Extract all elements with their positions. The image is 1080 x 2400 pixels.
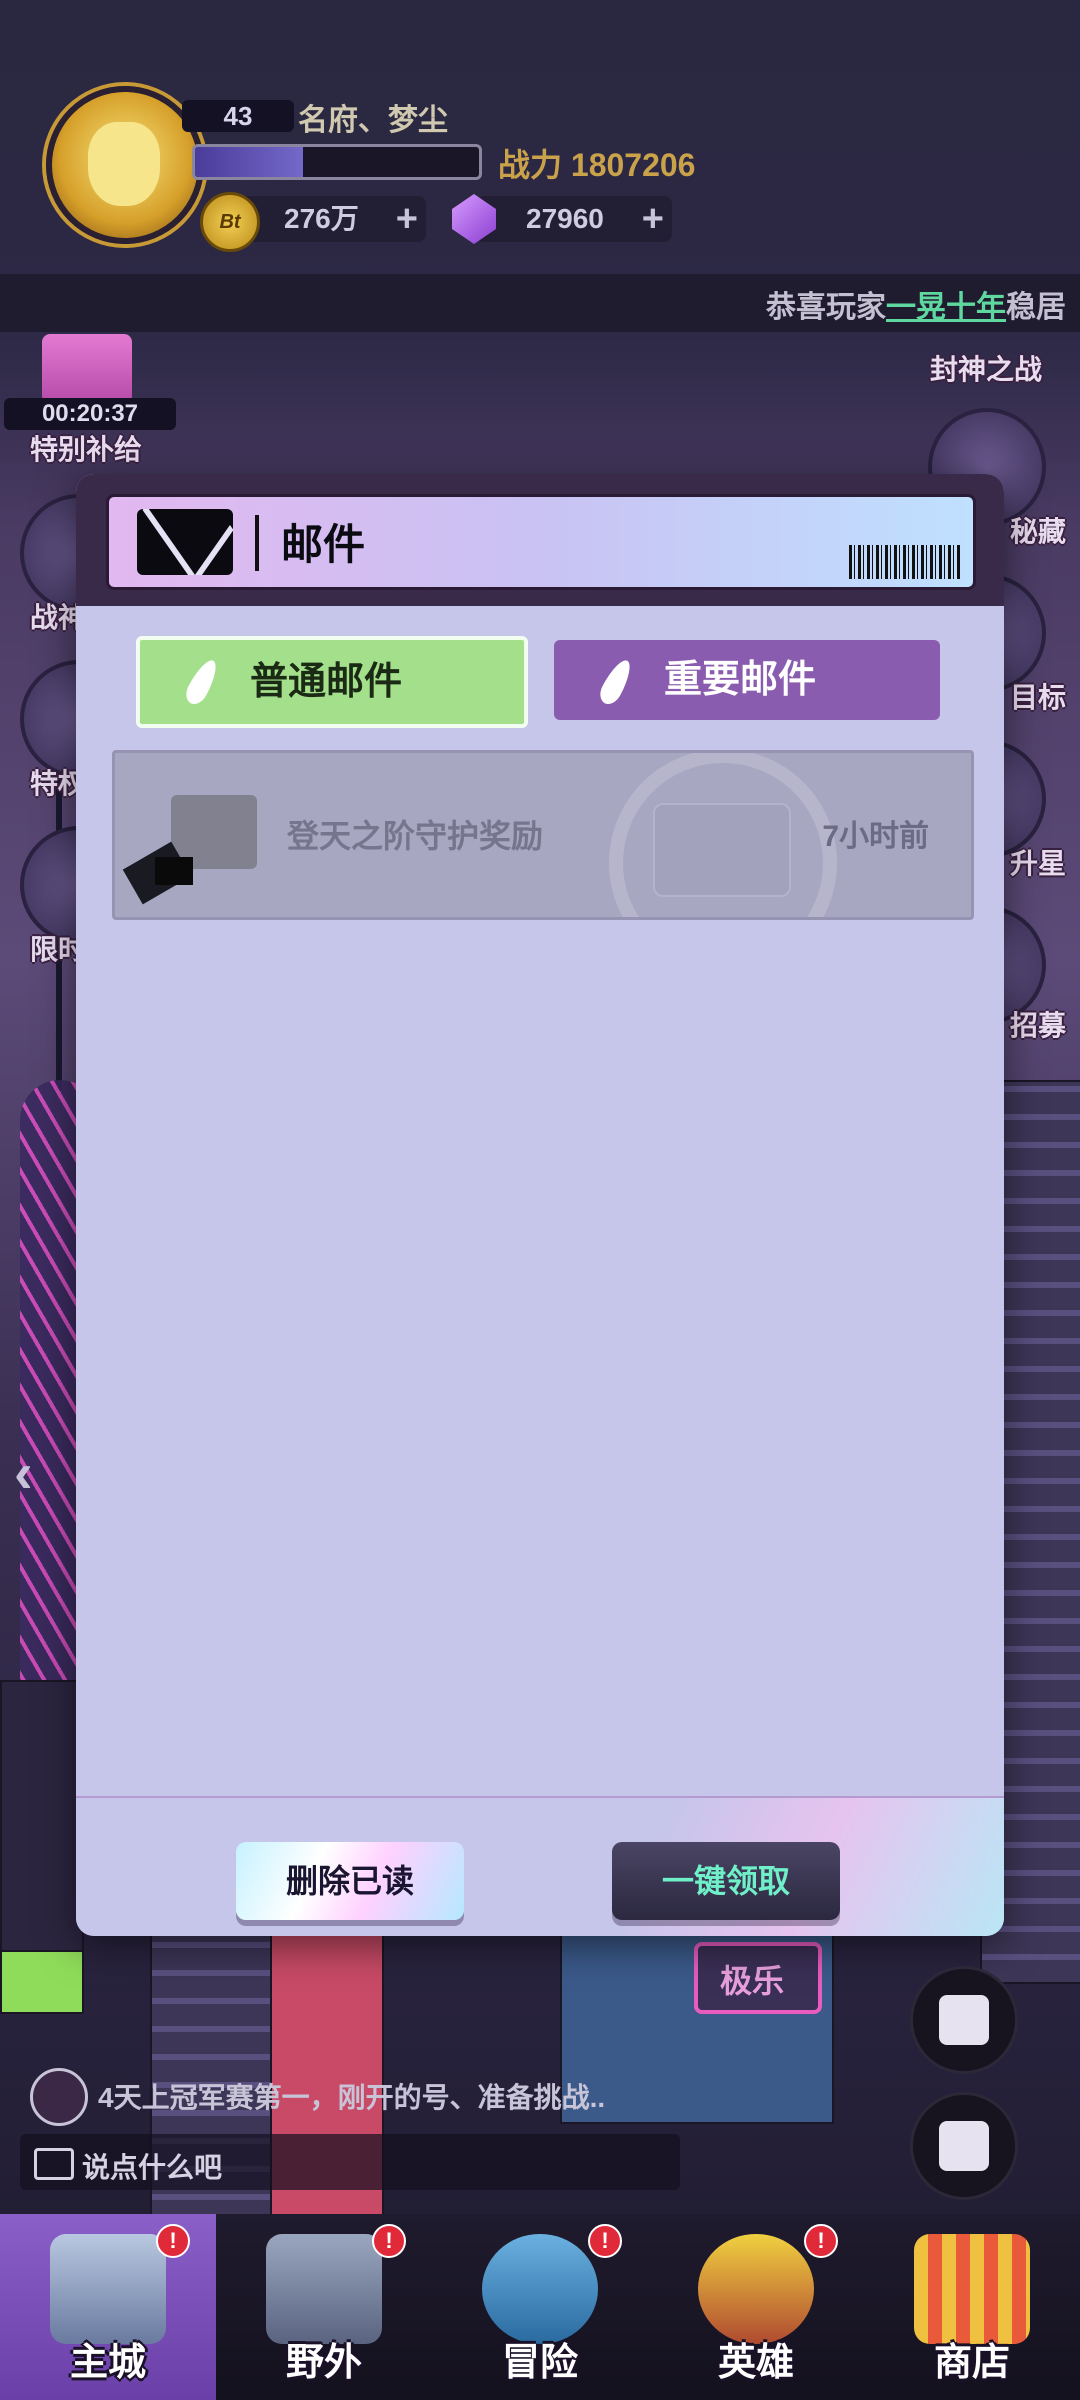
xp-bar [192,144,482,180]
chat-bubble-icon [34,2148,74,2180]
nav-main-city[interactable]: ! 主城 [0,2214,216,2400]
gift-icon[interactable] [42,334,132,404]
coin-icon: Bt [200,192,260,252]
nav-heroes[interactable]: ! 英雄 [648,2214,864,2400]
side-left-label-0[interactable]: 特别补给 [30,428,142,468]
gem-resource: 27960 + [476,196,672,242]
announcement-ticker: 恭喜玩家一晃十年稳居 [0,274,1080,332]
chat-message: 4天上冠军赛第一，刚开的号、准备挑战.. [98,2082,606,2113]
ticker-text: 恭喜玩家一晃十年稳居 [766,282,1066,326]
read-envelope-icon [653,803,791,897]
nav-badge: ! [588,2224,622,2258]
mail-time: 7小时前 [822,820,929,853]
city-icon [50,2234,166,2344]
nav-label: 英雄 [717,2342,794,2384]
tab-important-mail[interactable]: 重要邮件 [554,640,940,720]
mail-dialog-footer: 删除已读 一键领取 [76,1796,1004,1936]
barcode-icon [849,545,961,579]
mail-dialog-title: 邮件 [281,521,366,568]
delete-read-button[interactable]: 删除已读 [236,1842,464,1920]
nav-badge: ! [372,2224,406,2258]
scroll-left-arrow-icon[interactable]: ‹ [14,1440,33,1505]
quill-icon [595,656,637,708]
gem-amount: 27960 [526,203,604,234]
claim-all-button[interactable]: 一键领取 [612,1842,840,1920]
nav-wild[interactable]: ! 野外 [216,2214,432,2400]
monster-icon [482,2234,598,2344]
mail-list-item[interactable]: 登天之阶守护奖励 7小时前 [112,750,974,920]
nav-badge: ! [156,2224,190,2258]
title-divider [255,515,259,571]
nav-label: 商店 [933,2342,1010,2384]
hero-icon [698,2234,814,2344]
nav-label: 野外 [285,2342,362,2384]
ranking-button[interactable] [910,2092,1018,2200]
side-right-label-2[interactable]: 目标 [1010,676,1066,716]
building [0,1950,84,2014]
building [0,1680,84,1984]
player-level: 43 [182,100,294,132]
combat-power: 战力 1807206 [498,147,696,183]
chat-avatar [30,2068,88,2126]
side-right-label-3[interactable]: 升星 [1010,842,1066,882]
mail-dialog: 邮件 普通邮件 重要邮件 登天之阶守护奖励 7小时前 删除已读 一键领取 [76,474,1004,1936]
nav-label: 主城 [69,2342,146,2384]
chat-placeholder: 说点什么吧 [82,2152,223,2183]
mail-subject: 登天之阶守护奖励 [287,818,544,854]
neon-sign: 极乐 [694,1942,822,2014]
side-right-label-0[interactable]: 封神之战 [930,348,1042,388]
neon-sign-text: 极乐 [720,1963,785,1999]
quill-icon [181,656,223,708]
chat-input[interactable]: 说点什么吧 [20,2134,680,2190]
podium-icon [939,2121,989,2171]
mail-title-bar: 邮件 [106,494,976,590]
side-right-label-4[interactable]: 招募 [1010,1004,1066,1044]
shop-icon [914,2234,1030,2344]
mail-dialog-header: 邮件 [76,474,1004,606]
xp-fill [195,147,303,177]
nav-label: 冒险 [501,2342,578,2384]
player-name: 名府、梦尘 [298,104,448,137]
add-coins-button[interactable]: + [396,196,418,242]
tab-normal-mail-label: 普通邮件 [250,661,403,703]
add-gems-button[interactable]: + [642,196,664,242]
mail-icon [137,509,233,575]
ticker-player-link[interactable]: 一晃十年 [886,291,1006,324]
supply-timer: 00:20:37 [4,398,176,430]
coin-resource: 276万 + [236,196,426,242]
side-right-label-1[interactable]: 秘藏 [1010,510,1066,550]
nav-shop[interactable]: 商店 [864,2214,1080,2400]
ticker-prefix: 恭喜玩家 [766,291,886,324]
bottom-nav: ! 主城 ! 野外 ! 冒险 ! 英雄 商店 [0,2214,1080,2400]
tab-normal-mail[interactable]: 普通邮件 [136,636,528,728]
tab-important-mail-label: 重要邮件 [664,659,817,701]
coin-amount: 276万 [284,203,359,234]
nav-badge: ! [804,2224,838,2258]
player-avatar[interactable] [46,86,204,244]
avatar-face [88,122,160,206]
ticker-suffix: 稳居 [1006,291,1066,324]
fortress-icon [266,2234,382,2344]
nav-adventure[interactable]: ! 冒险 [432,2214,648,2400]
fist-icon [939,1995,989,2045]
fist-button[interactable] [910,1966,1018,2074]
gift-box-icon [155,857,193,885]
